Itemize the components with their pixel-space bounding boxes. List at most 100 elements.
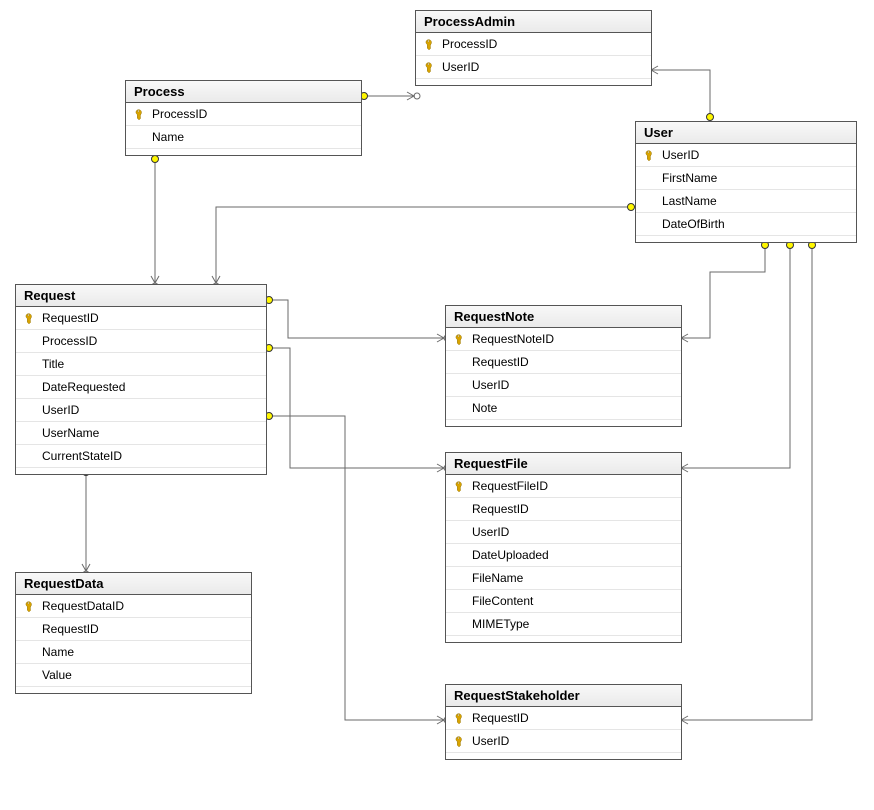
rel-user-request bbox=[216, 207, 635, 284]
entity-column[interactable]: Note bbox=[446, 396, 681, 419]
entity-columns: RequestID UserID bbox=[446, 707, 681, 752]
entity-columns: UserIDFirstName LastName DateOfBirth bbox=[636, 144, 856, 235]
entity-request[interactable]: RequestRequestIDProcessIDTitle DateReques… bbox=[15, 284, 267, 475]
entity-column[interactable]: DateOfBirth bbox=[636, 212, 856, 235]
column-icon bbox=[446, 374, 472, 396]
rel-user-processadmin bbox=[650, 70, 710, 121]
rel-user-requeststakeholder bbox=[680, 242, 812, 720]
column-name: FileContent bbox=[472, 594, 675, 608]
entity-column[interactable]: Name bbox=[126, 125, 361, 148]
entity-column[interactable]: UserID bbox=[446, 520, 681, 543]
entity-requestnote[interactable]: RequestNote RequestNoteID RequestID UserID N… bbox=[445, 305, 682, 427]
entity-requeststakeholder[interactable]: RequestStakeholder RequestID UserID bbox=[445, 684, 682, 760]
column-icon bbox=[16, 664, 42, 686]
column-name: RequestNoteID bbox=[472, 332, 675, 346]
entity-title[interactable]: RequestFile bbox=[446, 453, 681, 475]
column-name: Value bbox=[42, 668, 245, 682]
column-icon bbox=[446, 521, 472, 543]
primary-key-icon bbox=[446, 707, 472, 729]
entity-column[interactable]: UserID bbox=[416, 55, 651, 78]
column-icon bbox=[16, 330, 42, 352]
entity-column[interactable]: LastName bbox=[636, 189, 856, 212]
entity-columns: RequestFileIDRequestIDUserID DateUploaded… bbox=[446, 475, 681, 635]
entity-title[interactable]: Request bbox=[16, 285, 266, 307]
entity-processadmin[interactable]: ProcessAdminProcessIDUserID bbox=[415, 10, 652, 86]
entity-column[interactable]: UserID bbox=[16, 398, 266, 421]
entity-column[interactable]: RequestDataID bbox=[16, 595, 251, 617]
column-name: Note bbox=[472, 401, 675, 415]
entity-column[interactable]: UserName bbox=[16, 421, 266, 444]
entity-columns: RequestNoteID RequestID UserID Note bbox=[446, 328, 681, 419]
entity-column[interactable]: RequestNoteID bbox=[446, 328, 681, 350]
entity-column[interactable]: UserID bbox=[446, 373, 681, 396]
entity-footer bbox=[446, 419, 681, 426]
entity-column[interactable]: Value bbox=[16, 663, 251, 686]
entity-title[interactable]: User bbox=[636, 122, 856, 144]
column-name: RequestID bbox=[472, 711, 675, 725]
rel-user-requestnote bbox=[680, 242, 765, 338]
entity-columns: ProcessID Name bbox=[126, 103, 361, 148]
entity-column[interactable]: UserID bbox=[636, 144, 856, 166]
entity-columns: ProcessIDUserID bbox=[416, 33, 651, 78]
entity-column[interactable]: RequestID bbox=[16, 617, 251, 640]
entity-title[interactable]: Process bbox=[126, 81, 361, 103]
entity-footer bbox=[126, 148, 361, 155]
entity-columns: RequestIDProcessIDTitle DateRequested User… bbox=[16, 307, 266, 467]
entity-column[interactable]: Name bbox=[16, 640, 251, 663]
erd-canvas: { "entities": [ { "id": "process", "titl… bbox=[0, 0, 874, 810]
entity-column[interactable]: ProcessID bbox=[416, 33, 651, 55]
entity-column[interactable]: FileContent bbox=[446, 589, 681, 612]
entity-title[interactable]: RequestStakeholder bbox=[446, 685, 681, 707]
entity-footer bbox=[446, 752, 681, 759]
entity-column[interactable]: RequestID bbox=[16, 307, 266, 329]
entity-user[interactable]: UserUserIDFirstName LastName DateOfBirth bbox=[635, 121, 857, 243]
column-icon bbox=[636, 190, 662, 212]
entity-column[interactable]: FileName bbox=[446, 566, 681, 589]
primary-key-icon bbox=[126, 103, 152, 125]
primary-key-icon bbox=[416, 56, 442, 78]
column-icon bbox=[446, 498, 472, 520]
entity-column[interactable]: RequestFileID bbox=[446, 475, 681, 497]
entity-column[interactable]: DateUploaded bbox=[446, 543, 681, 566]
entity-column[interactable]: UserID bbox=[446, 729, 681, 752]
entity-column[interactable]: FirstName bbox=[636, 166, 856, 189]
column-icon bbox=[16, 641, 42, 663]
column-name: DateUploaded bbox=[472, 548, 675, 562]
primary-key-icon bbox=[446, 730, 472, 752]
primary-key-icon bbox=[636, 144, 662, 166]
column-icon bbox=[446, 613, 472, 635]
entity-footer bbox=[636, 235, 856, 242]
column-icon bbox=[16, 422, 42, 444]
entity-footer bbox=[416, 78, 651, 85]
entity-column[interactable]: ProcessID bbox=[126, 103, 361, 125]
column-name: LastName bbox=[662, 194, 850, 208]
entity-requestfile[interactable]: RequestFileRequestFileIDRequestIDUserID D… bbox=[445, 452, 682, 643]
entity-column[interactable]: ProcessID bbox=[16, 329, 266, 352]
column-name: Name bbox=[42, 645, 245, 659]
entity-title[interactable]: RequestData bbox=[16, 573, 251, 595]
primary-key-icon bbox=[16, 307, 42, 329]
entity-title[interactable]: RequestNote bbox=[446, 306, 681, 328]
entity-process[interactable]: ProcessProcessID Name bbox=[125, 80, 362, 156]
entity-footer bbox=[16, 467, 266, 474]
entity-footer bbox=[446, 635, 681, 642]
column-icon bbox=[16, 376, 42, 398]
entity-requestdata[interactable]: RequestDataRequestDataID RequestID Name Val… bbox=[15, 572, 252, 694]
entity-column[interactable]: RequestID bbox=[446, 707, 681, 729]
column-name: DateRequested bbox=[42, 380, 260, 394]
entity-column[interactable]: CurrentStateID bbox=[16, 444, 266, 467]
column-icon bbox=[16, 353, 42, 375]
rel-request-requestfile bbox=[265, 348, 445, 468]
rel-user-requestfile bbox=[680, 242, 790, 468]
column-name: RequestID bbox=[42, 622, 245, 636]
column-name: Name bbox=[152, 130, 355, 144]
entity-column[interactable]: Title bbox=[16, 352, 266, 375]
column-name: DateOfBirth bbox=[662, 217, 850, 231]
entity-column[interactable]: RequestID bbox=[446, 497, 681, 520]
entity-title[interactable]: ProcessAdmin bbox=[416, 11, 651, 33]
primary-key-icon bbox=[446, 328, 472, 350]
column-name: RequestID bbox=[472, 355, 675, 369]
entity-column[interactable]: RequestID bbox=[446, 350, 681, 373]
entity-column[interactable]: MIMEType bbox=[446, 612, 681, 635]
entity-column[interactable]: DateRequested bbox=[16, 375, 266, 398]
